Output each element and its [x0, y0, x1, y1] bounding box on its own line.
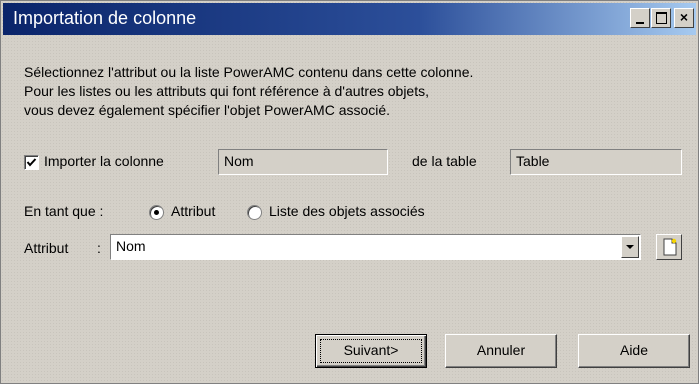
attribute-radio[interactable] — [149, 205, 164, 220]
associated-objects-radio-label[interactable]: Liste des objets associés — [269, 203, 425, 219]
attribute-select-value: Nom — [116, 238, 146, 254]
checkmark-icon — [26, 158, 37, 167]
dialog-title: Importation de colonne — [13, 8, 197, 28]
attribute-select[interactable]: Nom — [110, 234, 641, 260]
radio-selected-dot — [154, 210, 159, 215]
chevron-down-icon[interactable] — [621, 236, 639, 258]
title-bar[interactable]: Importation de colonne × — [3, 3, 696, 35]
cancel-button-label: Annuler — [476, 342, 526, 358]
table-name-field[interactable]: Table — [510, 149, 682, 175]
attribute-separator: : — [97, 240, 101, 256]
column-name-field[interactable]: Nom — [218, 149, 388, 175]
import-column-checkbox[interactable] — [24, 155, 39, 170]
help-button-label: Aide — [619, 342, 649, 358]
attribute-radio-label[interactable]: Attribut — [171, 203, 215, 219]
instructions-text: Sélectionnez l'attribut ou la liste Powe… — [24, 63, 473, 120]
new-document-icon — [663, 238, 677, 256]
minimize-icon[interactable] — [630, 8, 650, 28]
cancel-button[interactable]: Annuler — [445, 334, 557, 368]
close-icon[interactable]: × — [674, 8, 694, 28]
new-attribute-button[interactable] — [656, 234, 682, 260]
as-label: En tant que : — [24, 203, 104, 219]
instruction-line: Pour les listes ou les attributs qui fon… — [24, 83, 430, 99]
instruction-line: Sélectionnez l'attribut ou la liste Powe… — [24, 64, 474, 80]
associated-objects-radio[interactable] — [247, 205, 262, 220]
maximize-icon[interactable] — [651, 8, 671, 28]
help-button[interactable]: Aide — [578, 334, 690, 368]
table-label: de la table — [412, 153, 477, 169]
attribute-label: Attribut — [24, 240, 69, 256]
import-column-dialog: Importation de colonne × Sélectionnez l'… — [0, 0, 699, 384]
next-button[interactable]: Suivant> — [315, 334, 427, 368]
instruction-line: vous devez également spécifier l'objet P… — [24, 102, 391, 118]
import-column-label: Importer la colonne — [44, 153, 164, 169]
focus-rectangle — [320, 339, 422, 363]
